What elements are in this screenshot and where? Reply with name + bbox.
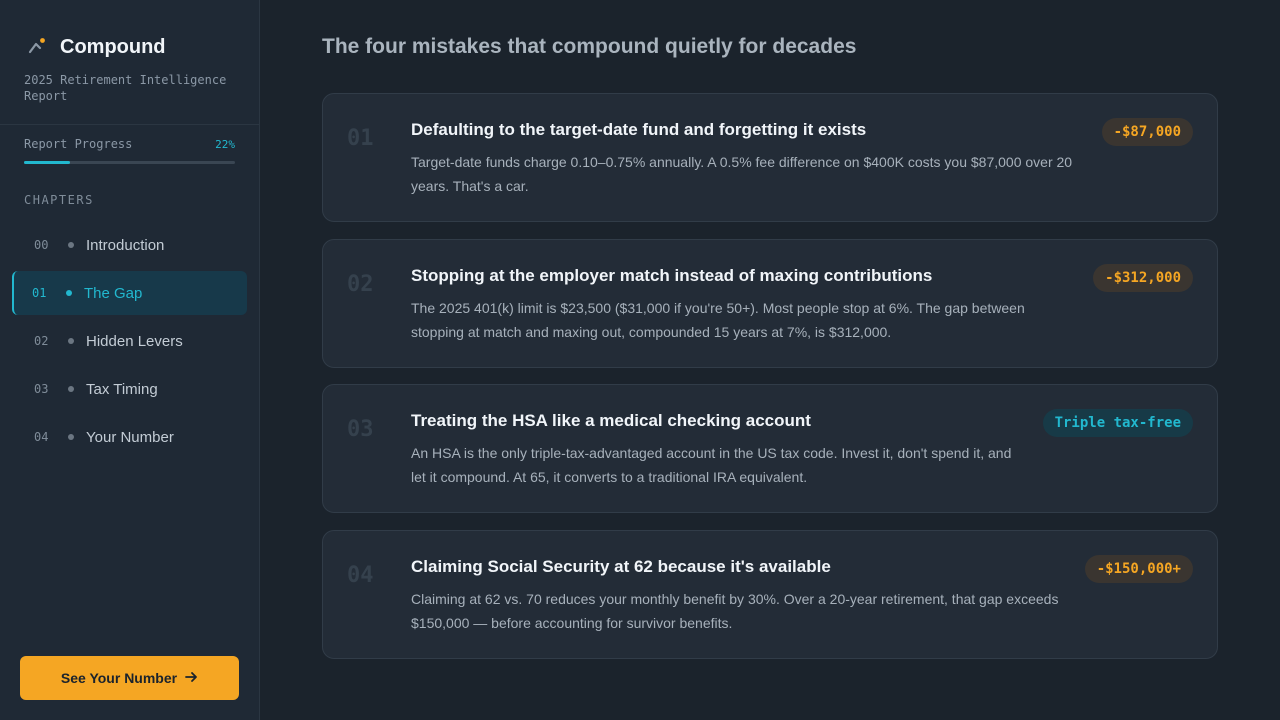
brand-block: Compound 2025 Retirement Intelligence Re… <box>0 0 259 125</box>
card-title: Defaulting to the target-date fund and f… <box>411 120 867 139</box>
chapter-label: The Gap <box>84 284 143 302</box>
chart-up-icon <box>24 34 50 60</box>
chapters-heading: CHAPTERS <box>24 193 94 207</box>
card-body-line: Claiming at 62 vs. 70 reduces your month… <box>411 591 1059 607</box>
sidebar: Compound 2025 Retirement Intelligence Re… <box>0 0 260 720</box>
progress-track <box>24 161 235 164</box>
sidebar-item-your-number[interactable]: 04 Your Number <box>12 415 247 459</box>
chapter-dot <box>68 434 74 440</box>
mistake-card: 04 Claiming Social Security at 62 because… <box>322 530 1218 659</box>
mistake-card: 02 Stopping at the employer match instead… <box>322 239 1218 368</box>
chapter-number: 02 <box>34 334 49 348</box>
brand-title: Compound <box>60 35 166 58</box>
card-body-line: let it compound. At 65, it converts to a… <box>411 469 808 485</box>
chapter-dot <box>68 242 74 248</box>
arrow-right-icon <box>185 670 198 686</box>
page-title: The four mistakes that compound quietly … <box>322 35 857 58</box>
chapter-label: Tax Timing <box>86 380 158 398</box>
chapter-number: 04 <box>34 430 49 444</box>
progress-row: Report Progress 22% <box>24 137 235 151</box>
mistake-card: 01 Defaulting to the target-date fund and… <box>322 93 1218 222</box>
card-body: An HSA is the only triple-tax-advantaged… <box>411 441 1011 489</box>
chapter-dot <box>68 386 74 392</box>
card-number: 01 <box>347 126 374 151</box>
card-body-line: The 2025 401(k) limit is $23,500 ($31,00… <box>411 300 1025 316</box>
card-title: Claiming Social Security at 62 because i… <box>411 557 831 576</box>
card-title: Treating the HSA like a medical checking… <box>411 411 811 430</box>
card-body-line: An HSA is the only triple-tax-advantaged… <box>411 445 1012 461</box>
main-content: The four mistakes that compound quietly … <box>322 0 1218 659</box>
impact-badge: -$312,000 <box>1093 264 1193 292</box>
card-body: Claiming at 62 vs. 70 reduces your month… <box>411 587 1058 635</box>
mistake-card: 03 Treating the HSA like a medical checki… <box>322 384 1218 513</box>
impact-badge: -$87,000 <box>1101 118 1193 146</box>
impact-badge: -$150,000+ <box>1084 555 1193 583</box>
card-number: 03 <box>347 417 374 442</box>
chapter-number: 01 <box>32 286 47 300</box>
chapter-label: Hidden Levers <box>86 332 183 350</box>
card-body-line: $150,000 — before accounting for survivo… <box>411 615 733 631</box>
chapters-nav: 00 Introduction 01 The Gap 02 Hidden Levers 03… <box>0 223 259 459</box>
chapter-label: Your Number <box>86 428 174 446</box>
progress-label: Report Progress <box>24 137 133 151</box>
progress-value: 22% <box>215 137 235 151</box>
see-your-number-button[interactable]: See Your Number <box>20 656 239 700</box>
card-body-line: years. That's a car. <box>411 178 529 194</box>
brand-subtitle: 2025 Retirement Intelligence Report <box>24 73 227 103</box>
card-number: 02 <box>347 272 374 297</box>
chapter-label: Introduction <box>86 236 165 254</box>
card-body-line: stopping at match and maxing out, compou… <box>411 324 892 340</box>
sidebar-item-the-gap[interactable]: 01 The Gap <box>12 271 247 315</box>
sidebar-item-tax-timing[interactable]: 03 Tax Timing <box>12 367 247 411</box>
chapter-dot <box>68 338 74 344</box>
chapter-dot <box>66 290 72 296</box>
report-progress: Report Progress 22% <box>0 125 259 164</box>
cta-label: See Your Number <box>60 670 178 686</box>
impact-badge: Triple tax-free <box>1042 409 1193 437</box>
progress-fill <box>24 161 71 164</box>
chapter-number: 03 <box>34 382 49 396</box>
chapter-number: 00 <box>34 238 49 252</box>
card-body: The 2025 401(k) limit is $23,500 ($31,00… <box>411 296 1025 344</box>
card-body: Target-date funds charge 0.10–0.75% annu… <box>411 150 1072 198</box>
brand-row: Compound <box>24 34 235 60</box>
sidebar-item-introduction[interactable]: 00 Introduction <box>12 223 247 267</box>
card-number: 04 <box>347 563 374 588</box>
card-body-line: Target-date funds charge 0.10–0.75% annu… <box>411 154 1073 170</box>
sidebar-item-hidden-levers[interactable]: 02 Hidden Levers <box>12 319 247 363</box>
card-title: Stopping at the employer match instead o… <box>411 266 933 285</box>
